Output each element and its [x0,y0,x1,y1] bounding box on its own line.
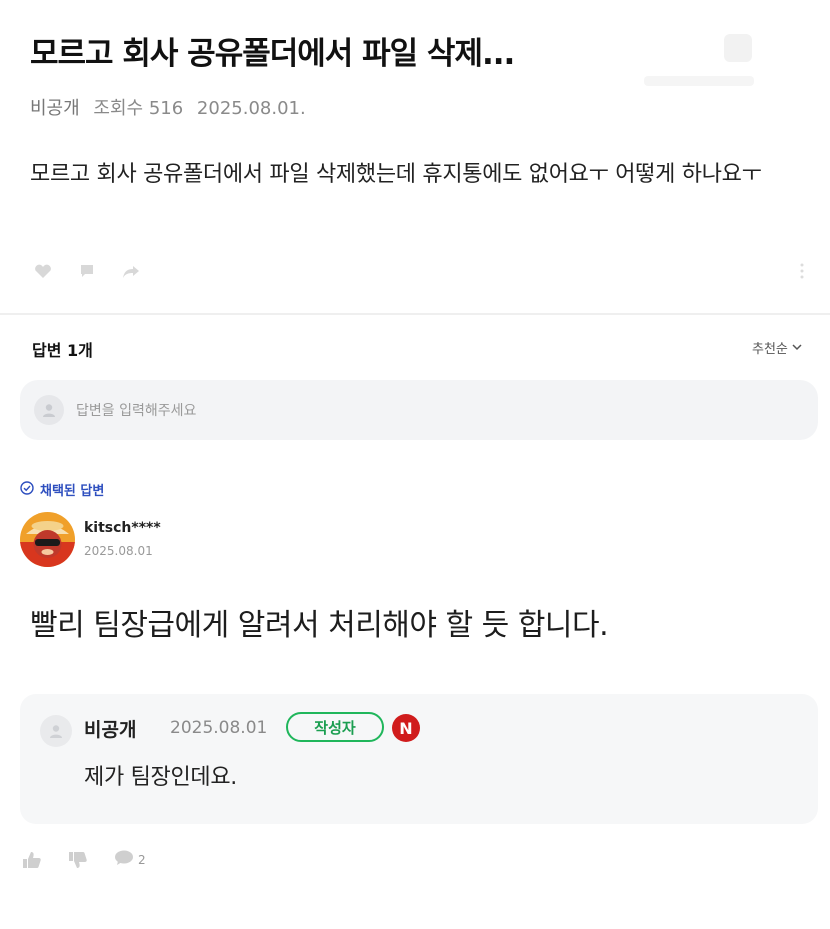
share-icon[interactable] [724,34,752,62]
accepted-answer-label: 채택된 답변 [40,484,105,499]
answer-input-placeholder: 답변을 입력해주세요 [76,403,197,419]
thumbs-down-icon[interactable] [68,851,88,869]
chevron-down-icon [792,340,802,355]
answer-username[interactable]: kitsch**** [84,520,161,536]
answers-count: 답변 1개 [32,341,93,360]
more-icon[interactable] [800,262,814,280]
reply-date: 2025.08.01 [170,718,268,738]
comment-count-value: 2 [138,853,146,867]
question-actions [32,262,142,280]
sort-label: 추천순 [752,342,788,357]
new-badge: N [392,714,420,742]
answer-text: 빨리 팀장급에게 알려서 처리해야 할 듯 합니다. [30,608,609,643]
question-body: 모르고 회사 공유폴더에서 파일 삭제했는데 휴지통에도 없어요ㅜ 어떻게 하나… [30,162,762,187]
answer-input[interactable]: 답변을 입력해주세요 [20,380,818,440]
comment-icon[interactable] [76,262,98,280]
question-views: 조회수 516 [93,98,184,119]
divider [0,313,830,315]
share-arrow-icon[interactable] [120,262,142,280]
reply-text: 제가 팀장인데요. [84,765,237,790]
author-badge: 작성자 [286,712,384,742]
avatar-placeholder-icon [34,395,64,425]
question-title: 모르고 회사 공유폴더에서 파일 삭제... [30,36,515,72]
accepted-answer-badge: 채택된 답변 [20,480,104,499]
avatar[interactable] [20,512,75,567]
comment-bubble-icon [114,850,134,870]
question-meta: 비공개 조회수 516 2025.08.01. [30,94,314,120]
question-author: 비공개 [30,98,80,119]
heart-icon[interactable] [32,262,54,280]
answer-actions: 2 [22,850,146,870]
check-circle-icon [20,480,34,499]
question-date: 2025.08.01. [196,98,306,119]
reply-username: 비공개 [84,719,137,741]
faint-label [644,76,754,86]
thumbs-up-icon[interactable] [22,851,42,869]
sort-dropdown[interactable]: 추천순 [752,338,802,357]
reply-avatar-icon [40,715,72,747]
comment-count[interactable]: 2 [114,850,146,870]
answer-date: 2025.08.01 [84,544,153,558]
